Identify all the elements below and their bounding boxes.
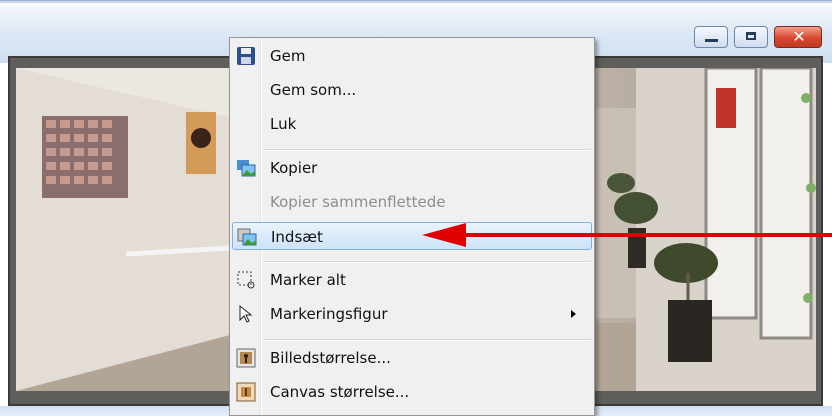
menu-item-label: Kopier (270, 159, 318, 177)
paste-image-icon (237, 228, 257, 246)
menu-item-markeringsfigur[interactable]: Markeringsfigur (232, 300, 592, 328)
window-controls: ✕ (694, 26, 822, 48)
selection-pointer-icon (239, 304, 253, 323)
menu-item-kopier-sammenflettede: Kopier sammenflettede (232, 188, 592, 216)
menu-item-marker-alt[interactable]: Marker alt (232, 266, 592, 294)
maximize-icon (746, 32, 756, 40)
menu-item-label: Canvas størrelse... (270, 383, 410, 401)
menu-item-label: Kopier sammenflettede (270, 193, 446, 211)
menu-item-label: Gem som... (270, 81, 357, 99)
menu-item-label: Luk (270, 115, 297, 133)
menu-item-kopier[interactable]: Kopier (232, 154, 592, 182)
canvas-size-icon (236, 382, 256, 402)
select-all-icon (237, 271, 255, 289)
menu-item-label: Gem (270, 47, 306, 65)
maximize-button[interactable] (734, 26, 768, 48)
menu-item-label: Markeringsfigur (270, 305, 388, 323)
menu-item-gem-som[interactable]: Gem som... (232, 76, 592, 104)
minimize-icon (705, 39, 718, 42)
menu-item-gem[interactable]: Gem (232, 42, 592, 70)
menu-item-label: Billedstørrelse... (270, 349, 391, 367)
menu-item-canvas-storrelse[interactable]: Canvas størrelse... (232, 378, 592, 406)
menu-separator (263, 149, 591, 151)
close-button[interactable]: ✕ (774, 26, 822, 48)
image-size-icon (236, 348, 256, 368)
minimize-button[interactable] (694, 26, 728, 48)
menu-separator (263, 261, 591, 263)
copy-image-icon (237, 160, 256, 177)
menu-item-luk[interactable]: Luk (232, 110, 592, 138)
menu-item-label: Marker alt (270, 271, 346, 289)
menu-separator (263, 339, 591, 341)
close-icon: ✕ (792, 27, 806, 46)
submenu-arrow-icon (571, 310, 576, 318)
annotation-arrow-icon (422, 223, 832, 247)
menu-item-label: Indsæt (271, 228, 323, 246)
floppy-disk-icon (237, 47, 255, 65)
menu-item-billedstorrelse[interactable]: Billedstørrelse... (232, 344, 592, 372)
